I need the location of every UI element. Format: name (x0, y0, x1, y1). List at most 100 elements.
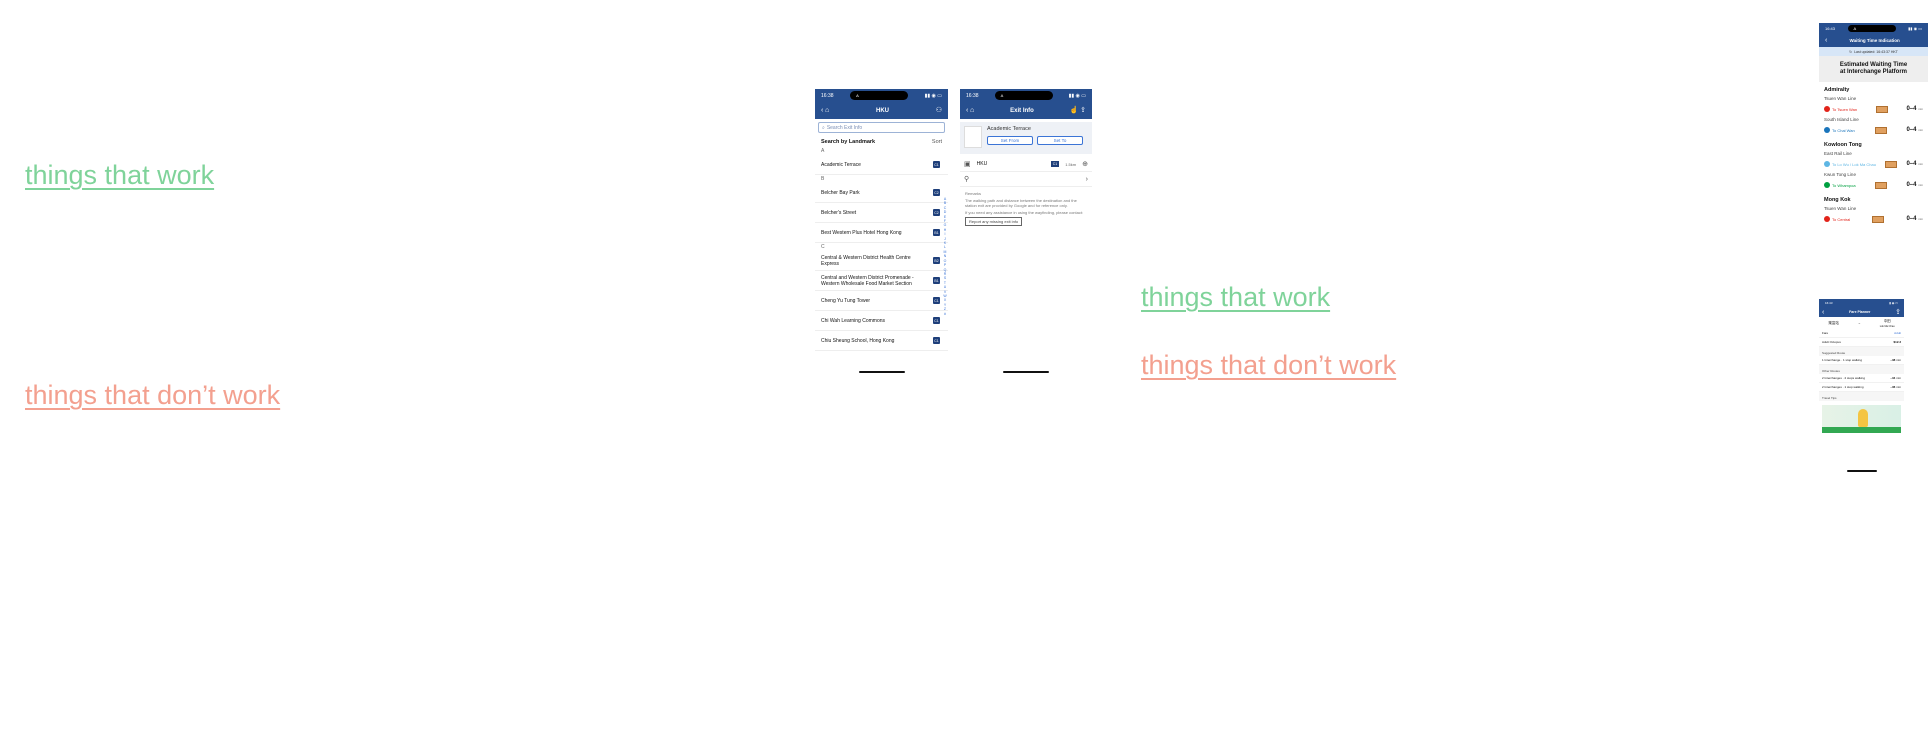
station-exit-row[interactable]: ▣ HKU C1 1.5km ⊕ (960, 157, 1092, 172)
wait-time: 0–4 min (1906, 161, 1923, 167)
sort-button[interactable]: Sort (932, 139, 942, 145)
landmark-row[interactable]: Cheng Yu Tung Tower C1 (815, 291, 948, 311)
search-input[interactable]: ⌕ Search Exit Info (818, 122, 945, 133)
exit-badge: B1 (933, 277, 940, 284)
route-option-time: ~36 (1890, 385, 1896, 389)
exit-badge: C1 (933, 317, 940, 324)
person-icon[interactable]: ⚇ (936, 107, 942, 114)
route-option-2[interactable]: 2 Interchanges · 2 stops walking ~34 min (1819, 374, 1904, 383)
poi-card: Academic Terrace Set From Set To (960, 122, 1092, 154)
last-updated-text: Last updated: 16:43:37 HKT (1854, 49, 1898, 54)
exit-badge: B1 (933, 229, 940, 236)
back-icon[interactable]: ‹ (966, 107, 968, 114)
left-doesnt-work-note: things that don’t work (25, 380, 281, 410)
pin-icon: ⚲ (964, 175, 970, 183)
page-title: Fare Planner (1849, 310, 1871, 314)
share-icon[interactable]: ⇪ (1080, 107, 1086, 114)
left-works-note: things that work (25, 160, 215, 190)
phone-waiting-time: 16:43 A ▮▮ ◉ ▭ ‹ Waiting Time Indication… (1819, 23, 1928, 259)
home-icon[interactable]: ⌂ (825, 107, 829, 114)
exit-badge: C2 (933, 209, 940, 216)
station-list: Admiralty Tsuen Wan Line To Tsuen Wan 0–4 m… (1819, 82, 1928, 226)
fare-type-row[interactable]: Fare Adult (1819, 329, 1904, 338)
destination-text: To Tsuen Wan (1832, 106, 1858, 112)
dynamic-island: A (850, 91, 909, 100)
destination: To Tsuen Wan (1824, 106, 1857, 112)
status-bar: 16:43 A ▮▮ ◉ ▭ (1819, 23, 1928, 33)
destination-row: To Lo Wu / Lok Ma Chau 0–4 min (1819, 157, 1928, 171)
status-time: 16:38 (966, 92, 979, 99)
landmark-name: Belcher's Street (821, 209, 857, 216)
banner-line-1: Estimated Waiting Time (1839, 62, 1908, 68)
walk-row[interactable]: ⚲ › (960, 172, 1092, 187)
nav-bar: ‹ ⌂ Exit Info ☝ ⇪ (960, 102, 1092, 119)
landmark-row[interactable]: Belcher Bay Park C2 (815, 183, 948, 203)
route-option-1[interactable]: 1 Interchange · 1 stop walking ~38 min (1819, 356, 1904, 365)
banner: Estimated Waiting Time at Interchange Pl… (1819, 56, 1928, 82)
destination: To Lo Wu / Lok Ma Chau (1824, 161, 1876, 167)
search-placeholder: Search Exit Info (826, 124, 863, 131)
signal-battery-icon: ▮▮ ◉ ▭ (1068, 92, 1086, 99)
train-crowd-icon (1874, 126, 1887, 134)
wait-value: 0–4 (1906, 106, 1917, 112)
status-time: 16:43 (1825, 25, 1836, 31)
home-icon[interactable]: ⌂ (970, 107, 974, 114)
mid-works-note: things that work (1141, 282, 1331, 312)
landmark-row[interactable]: Central and Western District Promenade -… (815, 271, 948, 291)
set-from-button[interactable]: Set From (987, 136, 1033, 145)
landmark-row[interactable]: Academic Terrace C1 (815, 155, 948, 175)
set-to-button[interactable]: Set To (1037, 136, 1083, 145)
signal-battery-icon: ▮▮ ◉ ▭ (1908, 25, 1922, 31)
line-name: Tsuen Wan Line (1824, 96, 1857, 101)
landmark-row[interactable]: Belcher's Street C2 (815, 203, 948, 223)
nav-bar: ‹ Fare Planner ⇪ (1819, 307, 1904, 317)
remark-1: The walking path and distance between th… (965, 198, 1077, 208)
to-station-sub: Lok Ma Chau (1879, 324, 1895, 328)
train-icon: ▣ (964, 160, 971, 168)
nav-bar: ‹ Waiting Time Indication (1819, 33, 1928, 47)
back-icon[interactable]: ‹ (1822, 309, 1824, 316)
wait-value: 0–4 (1906, 161, 1917, 167)
from-station[interactable]: 樂富站 (1828, 321, 1839, 326)
route-option-3[interactable]: 2 Interchanges · 1 stop walking ~36 min (1819, 383, 1904, 392)
to-station[interactable]: 中田 (1884, 319, 1891, 323)
time-unit: min (1896, 376, 1901, 380)
target-icon[interactable]: ⊕ (1082, 161, 1088, 168)
home-indicator (858, 371, 905, 373)
landmark-name: Chiu Sheung School, Hong Kong (821, 337, 895, 344)
landmark-row[interactable]: Best Western Plus Hotel Hong Kong B1 (815, 223, 948, 243)
station-name: Admiralty (1824, 87, 1850, 93)
home-indicator (1003, 371, 1049, 373)
refresh-icon[interactable]: ↻ (1849, 50, 1852, 54)
landmark-row[interactable]: Chiu Sheung School, Hong Kong C1 (815, 331, 948, 351)
report-missing-button[interactable]: Report any missing exit info (965, 217, 1023, 226)
destination-row: To Central 0–4 min (1819, 212, 1928, 226)
exit-badge: C1 (933, 161, 940, 168)
index-letter[interactable]: # (943, 312, 947, 316)
banner-line-2: at Interchange Platform (1839, 69, 1907, 75)
page-title: HKU (875, 107, 889, 114)
back-icon[interactable]: ‹ (821, 107, 823, 114)
destination-row: To Whampoa 0–4 min (1819, 178, 1928, 192)
landmark-row[interactable]: Central & Western District Health Centre… (815, 251, 948, 271)
landmark-name: Central & Western District Health Centre… (821, 254, 911, 267)
route-option-label: 1 Interchange · 1 stop walking (1822, 358, 1863, 362)
wait-unit: min (1918, 162, 1923, 166)
line-color-icon (1824, 182, 1830, 188)
thumb-icon[interactable]: ☝ (1070, 107, 1079, 114)
share-icon[interactable]: ⇪ (1895, 309, 1901, 316)
line-name: Kwun Tong Line (1824, 172, 1856, 177)
status-time: 16:38 (821, 92, 834, 99)
octopus-label: Adult Octopus (1822, 340, 1841, 344)
landmark-row[interactable]: Chi Wah Learning Commons C1 (815, 311, 948, 331)
route-option-time: ~34 (1890, 376, 1896, 380)
alphabet-index[interactable]: A B C D E F G H I J K L M N O P Q R S T U V W X Y Z # (943, 197, 947, 316)
promo-banner[interactable] (1822, 405, 1901, 433)
route-header: 樂富站 → 中田 Lok Ma Chau (1819, 317, 1904, 329)
wait-time: 0–4 min (1906, 216, 1923, 222)
fare-label: Fare (1822, 331, 1829, 335)
mid-doesnt-work-note: things that don’t work (1141, 350, 1397, 380)
station-name: Kowloon Tong (1824, 142, 1862, 148)
back-icon[interactable]: ‹ (1825, 37, 1827, 44)
wait-value: 0–4 (1906, 182, 1917, 188)
